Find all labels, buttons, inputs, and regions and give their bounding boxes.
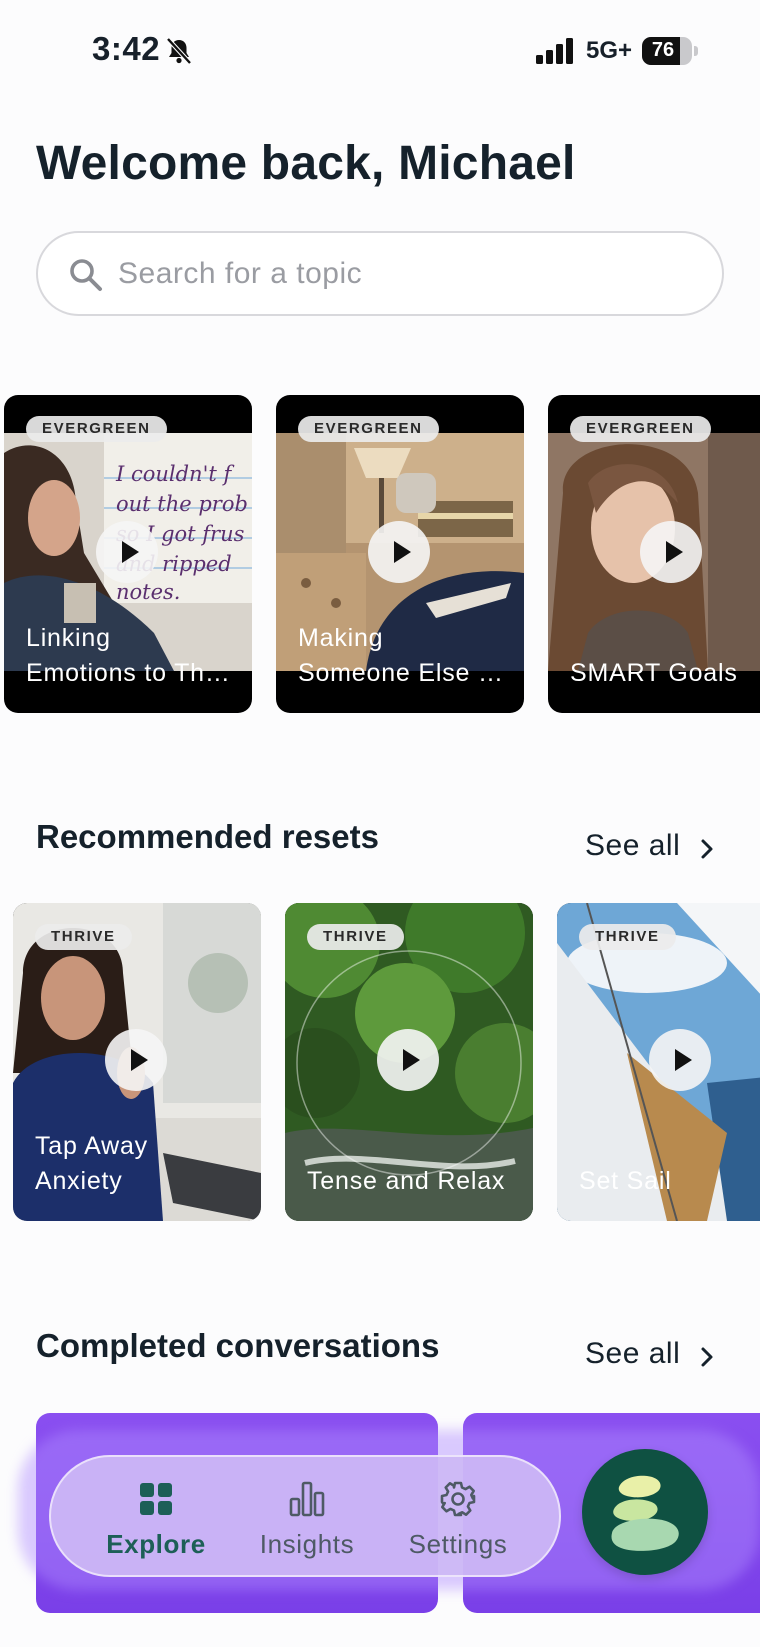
status-bar: 3:42 5G+ 76: [0, 0, 760, 100]
category-tag: EVERGREEN: [298, 416, 439, 442]
reset-title: Tap Away Anxiety: [35, 1132, 148, 1195]
category-tag: THRIVE: [579, 924, 676, 950]
category-tag: THRIVE: [35, 924, 132, 950]
reset-card[interactable]: THRIVE Tense and Relax: [285, 903, 533, 1221]
nav-label-settings: Settings: [408, 1529, 508, 1559]
battery-icon: 76: [642, 37, 692, 65]
nav-label-insights: Insights: [259, 1529, 355, 1559]
signal-icon: [536, 38, 573, 64]
reset-title: Tense and Relax: [307, 1167, 506, 1195]
battery-tip: [694, 46, 698, 56]
featured-videos-row[interactable]: I couldn't f out the prob so I got frus …: [0, 395, 760, 715]
video-title: Linking Emotions to Th…: [26, 624, 231, 687]
bottom-nav: Explore Insights Settings: [49, 1455, 561, 1577]
video-card[interactable]: I couldn't f out the prob so I got frus …: [4, 395, 252, 713]
gear-icon: [440, 1481, 476, 1517]
play-icon[interactable]: [640, 521, 702, 583]
chevron-right-icon[interactable]: [700, 1346, 714, 1368]
nav-item-explore[interactable]: Explore: [81, 1457, 231, 1579]
recommended-resets-title: Recommended resets: [36, 818, 379, 855]
svg-text:out the prob: out the prob: [116, 492, 248, 516]
chevron-right-icon[interactable]: [700, 838, 714, 860]
search-icon: [70, 259, 102, 291]
nav-label-explore: Explore: [106, 1529, 206, 1559]
recommended-resets-row[interactable]: THRIVE Tap Away Anxiety THRIVE Tense and…: [0, 903, 760, 1223]
reset-card[interactable]: THRIVE Tap Away Anxiety: [13, 903, 261, 1221]
svg-text:notes.: notes.: [116, 580, 181, 604]
nav-item-insights[interactable]: Insights: [232, 1457, 382, 1579]
reset-card[interactable]: THRIVE Set Sail: [557, 903, 760, 1221]
assistant-fab-button[interactable]: [582, 1449, 708, 1575]
play-icon[interactable]: [368, 521, 430, 583]
video-title: Making Someone Else …: [298, 624, 504, 687]
svg-text:I couldn't f: I couldn't f: [115, 462, 234, 486]
search-input[interactable]: [118, 233, 698, 314]
status-time: 3:42: [92, 30, 161, 67]
page-title: Welcome back, Michael: [36, 137, 576, 190]
conversations-see-all-link[interactable]: See all: [585, 1337, 680, 1371]
recommended-see-all-link[interactable]: See all: [585, 829, 680, 863]
category-tag: EVERGREEN: [570, 416, 711, 442]
nav-item-settings[interactable]: Settings: [383, 1457, 533, 1579]
bell-slash-icon: [166, 37, 192, 65]
play-icon[interactable]: [377, 1029, 439, 1091]
grid-icon: [140, 1483, 172, 1515]
search-bar[interactable]: [36, 231, 724, 316]
category-tag: EVERGREEN: [26, 416, 167, 442]
completed-conversations-title: Completed conversations: [36, 1327, 440, 1364]
video-card[interactable]: EVERGREEN SMART Goals: [548, 395, 760, 713]
category-tag: THRIVE: [307, 924, 404, 950]
reset-title: Set Sail: [579, 1167, 672, 1195]
video-card[interactable]: EVERGREEN Making Someone Else …: [276, 395, 524, 713]
video-title: SMART Goals: [570, 659, 738, 687]
play-icon[interactable]: [649, 1029, 711, 1091]
bar-chart-icon: [289, 1481, 325, 1517]
battery-level: 76: [651, 39, 675, 61]
play-icon[interactable]: [96, 521, 158, 583]
network-label: 5G+: [586, 37, 633, 64]
leaf-logo-icon: [611, 1475, 679, 1551]
play-icon[interactable]: [105, 1029, 167, 1091]
